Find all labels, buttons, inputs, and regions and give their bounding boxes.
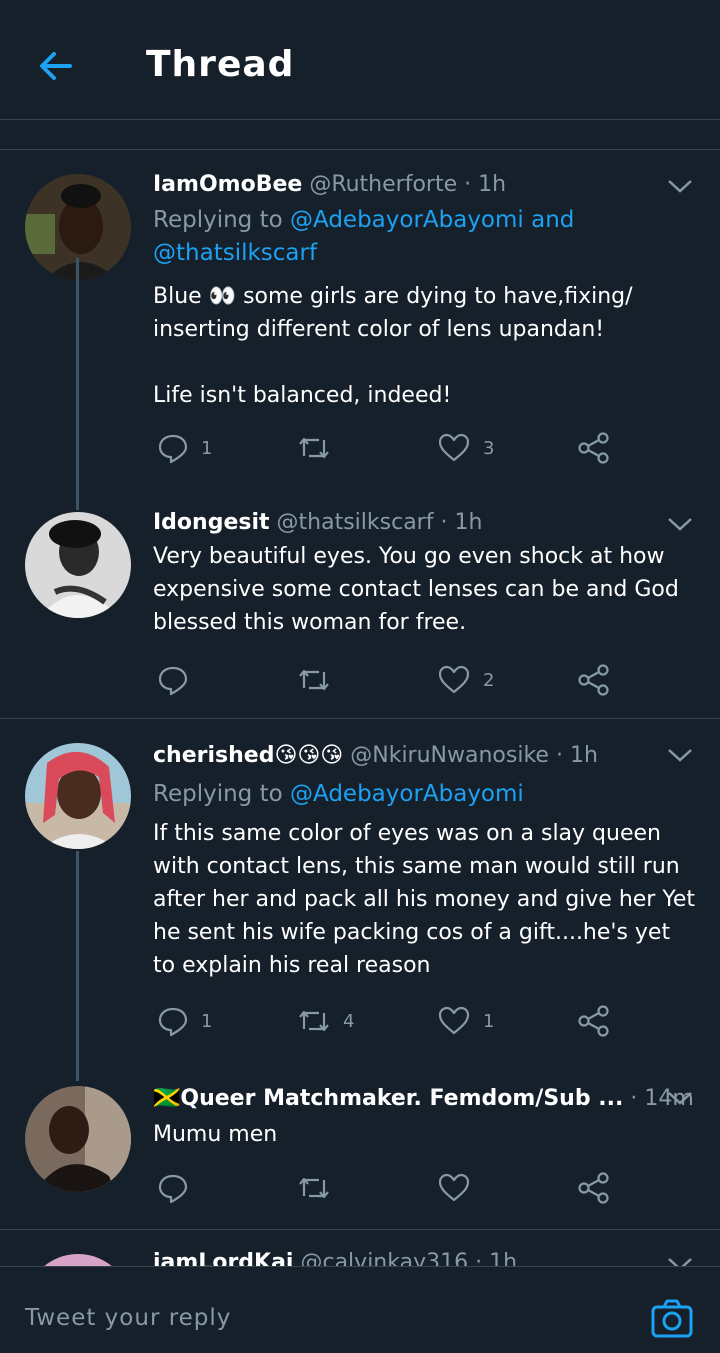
- chevron-down-icon[interactable]: [666, 1254, 694, 1266]
- like-icon: [438, 665, 470, 694]
- user-handle[interactable]: @NkiruNwanosike: [350, 743, 549, 768]
- reply-button[interactable]: [157, 660, 201, 700]
- display-name[interactable]: Idongesit: [153, 510, 270, 535]
- tweet-header: cherished😘😘😘 @NkiruNwanosike · 1h: [153, 743, 598, 768]
- mention-link[interactable]: @AdebayorAbayomi: [290, 781, 524, 807]
- retweet-icon: [299, 669, 329, 691]
- reply-input[interactable]: Tweet your reply: [25, 1305, 231, 1331]
- retweet-icon: [299, 437, 329, 459]
- reply-button[interactable]: 1: [157, 428, 212, 468]
- tweet-actions: 1 4 1: [153, 1001, 623, 1041]
- tweet-text: If this same color of eyes was on a slay…: [153, 821, 696, 978]
- user-handle[interactable]: @thatsilkscarf: [277, 510, 434, 535]
- top-bar: Thread: [0, 0, 720, 120]
- replying-to: Replying to @AdebayorAbayomi: [153, 781, 524, 807]
- share-icon: [578, 1172, 609, 1204]
- chevron-down-icon[interactable]: [666, 745, 694, 765]
- tweet-header: IamOmoBee @Rutherforte · 1h: [153, 172, 507, 197]
- tweet-text: Very beautiful eyes. You go even shock a…: [153, 544, 679, 635]
- like-icon: [438, 1173, 470, 1202]
- tweet[interactable]: Idongesit @thatsilkscarf · 1h Very beaut…: [0, 490, 720, 719]
- retweet-icon: [299, 1177, 329, 1199]
- retweet-button[interactable]: 4: [297, 1001, 354, 1041]
- tweet-header: Idongesit @thatsilkscarf · 1h: [153, 510, 483, 535]
- retweet-button[interactable]: [297, 428, 343, 468]
- user-handle[interactable]: @calvinkay316: [300, 1250, 468, 1266]
- thread-line: [76, 851, 79, 1081]
- reply-icon: [158, 1174, 188, 1204]
- chevron-down-icon[interactable]: [666, 176, 694, 196]
- page-title: Thread: [146, 44, 295, 85]
- display-name[interactable]: 🇯🇲Queer Matchmaker. Femdom/Sub ...: [153, 1086, 623, 1111]
- share-button[interactable]: [577, 1001, 611, 1041]
- like-button[interactable]: 2: [437, 660, 494, 700]
- retweet-button[interactable]: [297, 1168, 343, 1208]
- avatar[interactable]: [25, 743, 131, 849]
- like-button[interactable]: 1: [437, 1001, 494, 1041]
- chevron-down-icon[interactable]: [666, 514, 694, 534]
- share-icon: [578, 1005, 609, 1037]
- tweet-text: Mumu men: [153, 1122, 278, 1147]
- tweet-header: 🇯🇲Queer Matchmaker. Femdom/Sub ... · 14m: [153, 1086, 694, 1111]
- share-icon: [578, 664, 609, 696]
- divider: [0, 718, 720, 719]
- timestamp: 1h: [489, 1250, 518, 1266]
- like-button[interactable]: [437, 1168, 483, 1208]
- reply-composer: Tweet your reply: [0, 1266, 720, 1353]
- tweet[interactable]: iamLordKai @calvinkay316 · 1h: [0, 1230, 720, 1266]
- avatar[interactable]: [25, 512, 131, 618]
- share-icon: [578, 432, 609, 464]
- reply-icon: [158, 434, 188, 464]
- mention-link[interactable]: @AdebayorAbayomi: [290, 207, 524, 233]
- tweet-actions: 2: [153, 660, 623, 700]
- retweet-button[interactable]: [297, 660, 343, 700]
- display-name[interactable]: iamLordKai: [153, 1250, 293, 1266]
- reply-icon: [158, 666, 188, 696]
- display-name[interactable]: cherished😘😘😘: [153, 743, 343, 768]
- thread-line: [76, 258, 79, 510]
- like-icon: [438, 433, 470, 462]
- avatar[interactable]: [25, 1254, 131, 1266]
- display-name[interactable]: IamOmoBee: [153, 172, 302, 197]
- share-button[interactable]: [577, 1168, 611, 1208]
- replying-to: Replying to @AdebayorAbayomi and @thatsi…: [153, 207, 575, 266]
- back-arrow-icon[interactable]: [34, 44, 78, 88]
- tweet-actions: 1 3: [153, 428, 623, 468]
- mention-link[interactable]: @thatsilkscarf: [153, 240, 317, 266]
- tweet-text: Blue 👀 some girls are dying to have,fixi…: [153, 284, 633, 408]
- tweet-actions: [153, 1168, 623, 1208]
- timestamp: 1h: [478, 172, 507, 197]
- avatar[interactable]: [25, 1086, 131, 1192]
- user-handle[interactable]: @Rutherforte: [309, 172, 457, 197]
- timestamp: 1h: [454, 510, 483, 535]
- like-icon: [438, 1006, 470, 1035]
- reply-button[interactable]: 1: [157, 1001, 212, 1041]
- camera-icon[interactable]: [650, 1297, 694, 1341]
- reply-icon: [158, 1007, 188, 1037]
- share-button[interactable]: [577, 660, 611, 700]
- timestamp: 1h: [569, 743, 598, 768]
- like-button[interactable]: 3: [437, 428, 494, 468]
- retweet-icon: [299, 1010, 329, 1032]
- chevron-down-icon[interactable]: [666, 1088, 694, 1108]
- reply-button[interactable]: [157, 1168, 201, 1208]
- tweet[interactable]: 🇯🇲Queer Matchmaker. Femdom/Sub ... · 14m…: [0, 1060, 720, 1230]
- previous-tweet-actions: [0, 120, 720, 150]
- tweet-header: iamLordKai @calvinkay316 · 1h: [153, 1250, 517, 1266]
- share-button[interactable]: [577, 428, 611, 468]
